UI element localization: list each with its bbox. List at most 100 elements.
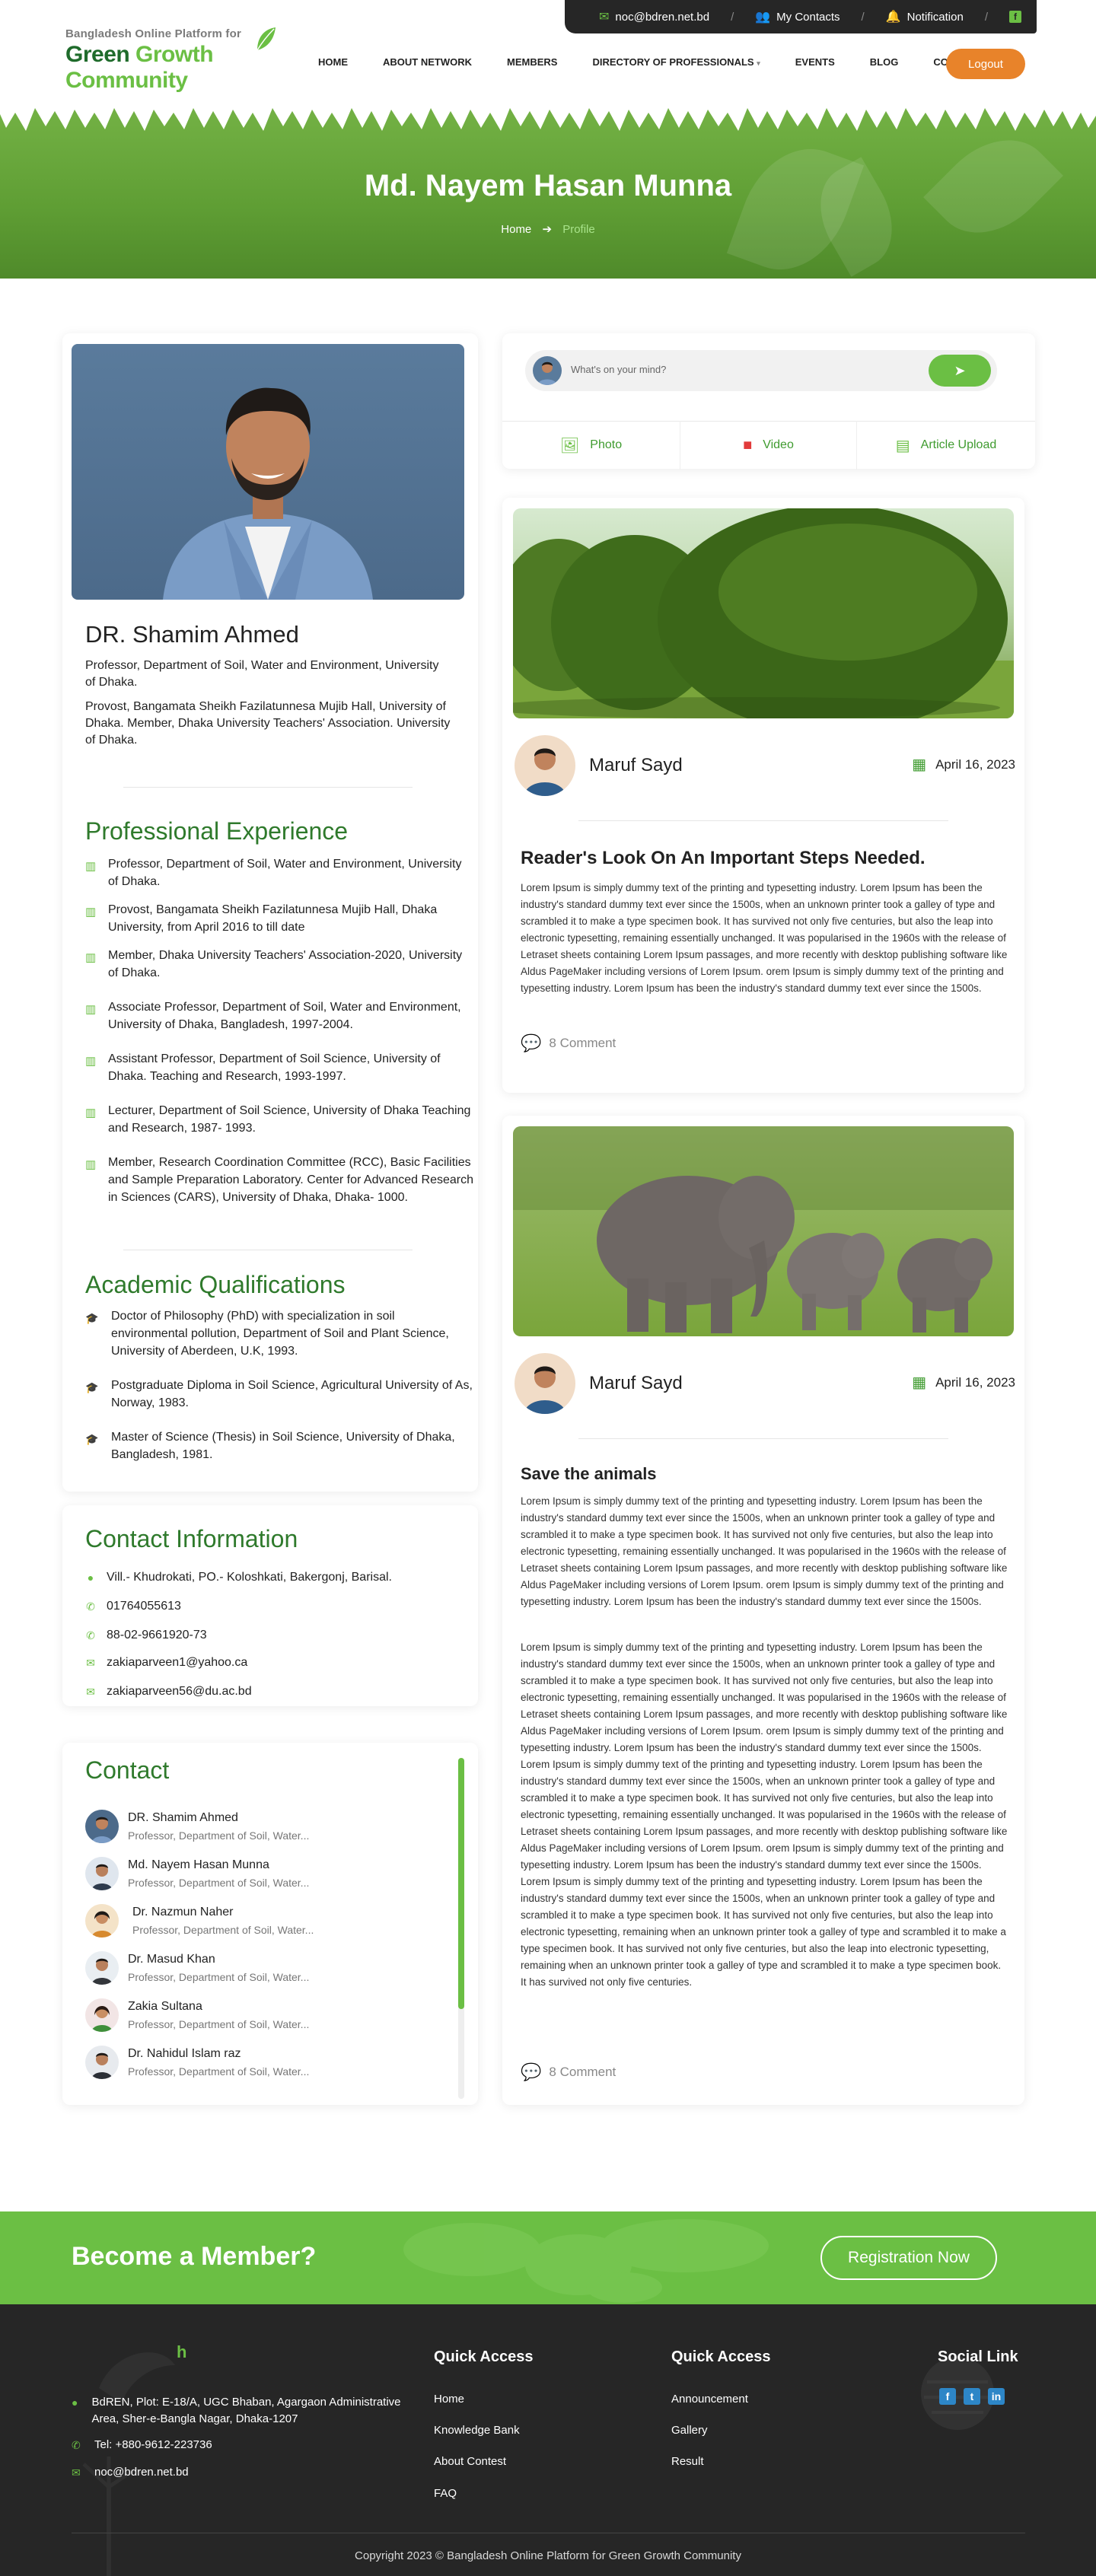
comment-button[interactable]: 💬 8 Comment: [521, 1033, 616, 1053]
phone-row[interactable]: ✆ 88-02-9661920-73: [85, 1629, 207, 1642]
article-upload-button[interactable]: ▤ Article Upload: [857, 421, 1035, 470]
footer-link-gallery[interactable]: Gallery: [671, 2424, 708, 2437]
topbar-contacts[interactable]: 👥 My Contacts: [755, 9, 840, 24]
nav-blog[interactable]: BLOG: [870, 56, 899, 68]
map-pin-icon: ●: [72, 2396, 78, 2409]
logout-button[interactable]: Logout: [946, 49, 1025, 79]
author-avatar[interactable]: [515, 735, 575, 796]
logo-title: Green Growth Community: [65, 42, 279, 94]
contact-item[interactable]: Md. Nayem Hasan Munna Professor, Departm…: [85, 1851, 451, 1893]
footer-link-home[interactable]: Home: [434, 2393, 464, 2406]
person-illustration: [163, 387, 373, 600]
contact-information-card: Contact Information ● Vill.- Khudrokati, …: [62, 1505, 478, 1706]
contact-item[interactable]: Dr. Nahidul Islam raz Professor, Departm…: [85, 2039, 451, 2082]
contact-name: Md. Nayem Hasan Munna: [128, 1858, 269, 1871]
footer-phone[interactable]: ✆ Tel: +880-9612-223736: [72, 2437, 212, 2453]
video-button[interactable]: ■ Video: [680, 421, 857, 470]
contact-item[interactable]: DR. Shamim Ahmed Professor, Department o…: [85, 1804, 451, 1846]
mail-icon: ✉: [599, 11, 610, 24]
site-logo[interactable]: Bangladesh Online Platform for Green Gro…: [65, 27, 279, 93]
twitter-icon[interactable]: t: [964, 2388, 980, 2405]
logo-title-a: Green: [65, 42, 136, 67]
experience-item-text: Lecturer, Department of Soil Science, Un…: [108, 1104, 471, 1135]
footer-link-knowledge-bank[interactable]: Knowledge Bank: [434, 2424, 520, 2437]
scrollbar-thumb[interactable]: [458, 1758, 464, 2009]
academic-item: 🎓 Doctor of Philosophy (PhD) with special…: [85, 1307, 473, 1360]
nav-members[interactable]: MEMBERS: [507, 56, 557, 68]
avatar: [85, 1951, 119, 1985]
hero-title: Md. Nayem Hasan Munna: [364, 169, 732, 202]
address-text: Vill.- Khudrokati, PO.- Koloshkati, Bake…: [107, 1571, 392, 1584]
membership-banner: Become a Member? Registration Now: [0, 2211, 1096, 2304]
email-row[interactable]: ✉ zakiaparveen1@yahoo.ca: [85, 1656, 247, 1670]
facebook-icon[interactable]: f: [1009, 11, 1021, 23]
footer-address: ● BdREN, Plot: E-18/A, UGC Bhaban, Agarga…: [72, 2394, 422, 2428]
divider: [123, 787, 413, 788]
footer-link-result[interactable]: Result: [671, 2455, 704, 2468]
nav-events[interactable]: EVENTS: [795, 56, 835, 68]
contact-item[interactable]: Dr. Nazmun Naher Professor, Department o…: [85, 1898, 451, 1941]
comment-count: 8 Comment: [549, 2065, 616, 2079]
footer-link-about-contest[interactable]: About Contest: [434, 2455, 506, 2468]
experience-item-text: Provost, Bangamata Sheikh Fazilatunnesa …: [108, 903, 438, 934]
author-avatar[interactable]: [515, 1353, 575, 1414]
main-nav: HOME ABOUT NETWORK MEMBERS DIRECTORY OF …: [318, 56, 998, 68]
post-author[interactable]: Maruf Sayd: [589, 1373, 683, 1394]
contact-item[interactable]: Zakia Sultana Professor, Department of S…: [85, 1992, 451, 2035]
map-pin-icon: ●: [87, 1571, 94, 1584]
post-body: Lorem Ipsum is simply dummy text of the …: [521, 1641, 1008, 1988]
comment-button[interactable]: 💬 8 Comment: [521, 2062, 616, 2082]
post-date: ▦ April 16, 2023: [912, 1373, 1015, 1392]
graduation-cap-icon: 🎓: [85, 1312, 99, 1324]
topbar-notification-label: Notification: [906, 10, 964, 24]
linkedin-icon[interactable]: in: [988, 2388, 1005, 2405]
footer-email[interactable]: ✉ noc@bdren.net.bd: [72, 2464, 189, 2481]
hero-banner: Md. Nayem Hasan Munna Home ➔ Profile: [0, 99, 1096, 279]
post-date-text: April 16, 2023: [935, 1374, 1015, 1390]
profile-position: Professor, Department of Soil, Water and…: [85, 659, 439, 689]
briefcase-icon: ▥: [85, 1003, 97, 1016]
nav-home[interactable]: HOME: [318, 56, 348, 68]
nav-about-network[interactable]: ABOUT NETWORK: [383, 56, 472, 68]
graduation-cap-icon: 🎓: [85, 1433, 99, 1445]
registration-button[interactable]: Registration Now: [820, 2236, 997, 2280]
nav-directory[interactable]: DIRECTORY OF PROFESSIONALS ▾: [592, 56, 760, 68]
divider: [578, 820, 948, 821]
post-author[interactable]: Maruf Sayd: [589, 755, 683, 776]
topbar-separator: /: [984, 10, 988, 24]
email-row[interactable]: ✉ zakiaparveen56@du.ac.bd: [85, 1685, 251, 1699]
breadcrumb-home[interactable]: Home: [501, 223, 531, 236]
chevron-down-icon: ▾: [757, 59, 760, 67]
post-card: Maruf Sayd ▦ April 16, 2023 Reader's Look…: [502, 498, 1024, 1093]
experience-item-text: Associate Professor, Department of Soil,…: [108, 1001, 461, 1031]
avatar: [85, 1810, 119, 1843]
topbar-notification[interactable]: 🔔 Notification: [886, 9, 964, 24]
post-body: Lorem Ipsum is simply dummy text of the …: [521, 1495, 1008, 1607]
contact-scrollbar[interactable]: [458, 1758, 464, 2099]
topbar-email[interactable]: ✉ noc@bdren.net.bd: [599, 9, 709, 24]
footer-address-text: BdREN, Plot: E-18/A, UGC Bhaban, Agargao…: [91, 2396, 401, 2425]
footer-link-faq[interactable]: FAQ: [434, 2487, 457, 2500]
experience-item-text: Professor, Department of Soil, Water and…: [108, 858, 462, 888]
mobile-row[interactable]: ✆ 01764055613: [85, 1600, 181, 1613]
elephants-illustration: [513, 1126, 1014, 1333]
academic-title: Academic Qualifications: [85, 1271, 346, 1298]
profile-photo: [72, 344, 464, 600]
academic-item: 🎓 Postgraduate Diploma in Soil Science, A…: [85, 1377, 473, 1412]
post-date: ▦ April 16, 2023: [912, 755, 1015, 774]
footer-link-announcement[interactable]: Announcement: [671, 2393, 748, 2406]
composer-input[interactable]: What's on your mind? ➤: [525, 350, 997, 391]
leaf-icon: [256, 27, 276, 51]
experience-item: ▥ Associate Professor, Department of Soil…: [85, 998, 473, 1033]
briefcase-icon: ▥: [85, 906, 97, 919]
facebook-icon[interactable]: f: [939, 2388, 956, 2405]
contact-title: Contact: [85, 1756, 170, 1784]
send-button[interactable]: ➤: [929, 355, 991, 387]
profile-provost: Provost, Bangamata Sheikh Fazilatunnesa …: [85, 700, 451, 747]
video-icon: ■: [743, 436, 753, 454]
photo-button[interactable]: 🖼 Photo: [502, 421, 680, 470]
profile-name: DR. Shamim Ahmed: [85, 621, 299, 648]
contact-item[interactable]: Dr. Masud Khan Professor, Department of …: [85, 1945, 451, 1988]
mail-icon: ✉: [86, 1656, 95, 1669]
calendar-icon: ▦: [912, 1374, 927, 1391]
